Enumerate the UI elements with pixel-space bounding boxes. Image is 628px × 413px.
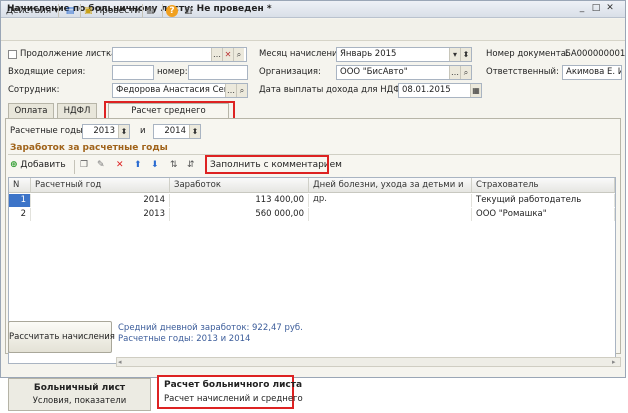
month-dropdown-icon[interactable]: ▾ [449, 48, 460, 61]
ellipsis-icon[interactable]: … [211, 48, 222, 61]
column-header[interactable]: Дней болезни, ухода за детьми и др. [309, 178, 472, 204]
table-row[interactable]: 1 2014 113 400,00 Текущий работодатель [9, 194, 615, 207]
responsible-field[interactable]: Акимова Е. И. [562, 65, 622, 80]
payout-label: Дата выплаты дохода для НДФЛ: [259, 85, 410, 95]
calendar-icon[interactable]: ▦ [470, 84, 481, 97]
cell-days [309, 208, 472, 221]
employee-label: Сотрудник: [8, 85, 60, 95]
move-up-icon[interactable]: ⬆ [134, 158, 142, 172]
column-header[interactable]: Заработок [170, 178, 309, 193]
month-value: Январь 2015 [340, 49, 397, 59]
column-header[interactable]: Расчетный год [31, 178, 170, 193]
employee-value: Федорова Анастасия Семе [116, 85, 236, 95]
toolbar [1, 19, 625, 41]
save-icon[interactable]: ▤ [63, 4, 77, 18]
tab-sick-leave[interactable]: Больничный лист Условия, показатели [8, 378, 151, 411]
org-label: Организация: [259, 67, 321, 77]
actions-menu[interactable]: Действия ▾ [6, 4, 59, 18]
toolbar-separator [162, 4, 163, 18]
cell-earnings: 560 000,00 [170, 208, 309, 221]
delete-icon[interactable]: ✕ [116, 158, 124, 172]
employee-select-icon[interactable]: … [225, 84, 236, 97]
maximize-icon[interactable]: □ [590, 3, 602, 14]
column-header[interactable]: N [9, 178, 31, 193]
year-from-value: 2013 [93, 126, 115, 136]
clear-icon[interactable]: ✕ [222, 48, 233, 61]
post-icon: ▣ [84, 6, 93, 16]
sort-asc-icon[interactable]: ⇅ [170, 158, 178, 172]
month-label: Месяц начисления: [259, 49, 346, 59]
column-header[interactable]: Страхователь [472, 178, 615, 193]
section-title: Заработок за расчетные годы [10, 143, 168, 153]
tab-sick-leave-calculation[interactable]: Расчет больничного листа Расчет начислен… [157, 375, 303, 409]
calculation-years: Расчетные годы: 2013 и 2014 [118, 334, 251, 344]
cell-insurer: Текущий работодатель [472, 194, 615, 207]
help-icon[interactable]: ? [166, 5, 178, 17]
month-stepper-icon[interactable]: ⬍ [460, 48, 471, 61]
horizontal-scrollbar[interactable] [116, 357, 621, 367]
cell-days [309, 194, 472, 207]
series-field[interactable] [112, 65, 154, 80]
years-label: Расчетные годы: [10, 126, 86, 136]
highlight-fill-button [205, 155, 329, 174]
org-value: ООО "БисАвто" [340, 67, 408, 77]
search-icon[interactable]: ⌕ [233, 48, 244, 61]
toolbar-separator [74, 160, 75, 174]
employee-search-icon[interactable]: ⌕ [236, 84, 247, 97]
move-down-icon[interactable]: ⬇ [151, 158, 159, 172]
list-icon[interactable]: ▥ [184, 4, 193, 18]
number-label: номер: [157, 67, 188, 77]
tab-ndfl[interactable]: НДФЛ [57, 103, 97, 119]
doc-number-label: Номер документа: [486, 49, 569, 59]
doc-number-value: БА000000001 [565, 49, 626, 59]
post-button[interactable]: ▣ Провести [84, 4, 140, 18]
continuation-label: Продолжение листка [20, 49, 117, 59]
copy-icon[interactable]: ❐ [80, 158, 88, 172]
cell-earnings: 113 400,00 [170, 194, 309, 207]
org-select-icon[interactable]: … [449, 66, 460, 79]
cell-insurer: ООО "Ромашка" [472, 208, 615, 221]
close-icon[interactable]: ✕ [604, 3, 616, 14]
year-to-stepper-icon[interactable]: ⬍ [189, 125, 200, 138]
tab-payment[interactable]: Оплата [8, 103, 54, 119]
add-icon: ⊕ [10, 160, 18, 170]
add-row-button[interactable]: ⊕ Добавить [10, 158, 66, 172]
year-to-value: 2014 [164, 126, 186, 136]
cell-n: 1 [9, 194, 31, 207]
scroll-right-icon[interactable]: ▸ [612, 358, 616, 366]
actions-label: Действия [6, 6, 52, 16]
cell-year: 2014 [31, 194, 170, 207]
toolbar-separator [142, 4, 143, 18]
print-icon[interactable]: ▦ [146, 4, 155, 18]
org-search-icon[interactable]: ⌕ [460, 66, 471, 79]
table-row[interactable]: 2 2013 560 000,00 ООО "Ромашка" [9, 208, 615, 221]
incoming-series-label: Входящие серия: [8, 67, 86, 77]
sort-desc-icon[interactable]: ⇵ [187, 158, 195, 172]
scroll-left-icon[interactable]: ◂ [118, 358, 122, 366]
payout-value: 08.01.2015 [402, 85, 451, 95]
post-label: Провести [95, 6, 141, 16]
continuation-checkbox[interactable] [8, 50, 17, 59]
cell-n: 2 [9, 208, 31, 221]
toolbar-separator [80, 4, 81, 18]
cell-year: 2013 [31, 208, 170, 221]
responsible-value: Акимова Е. И. [566, 67, 622, 77]
toolbar-separator [58, 4, 59, 18]
number-field[interactable] [188, 65, 248, 80]
year-from-stepper-icon[interactable]: ⬍ [118, 125, 129, 138]
calculate-accruals-button[interactable]: Рассчитать начисления [8, 321, 115, 353]
minimize-icon[interactable]: _ [576, 3, 588, 14]
responsible-label: Ответственный: [486, 67, 559, 77]
and-label: и [140, 126, 146, 136]
edit-icon[interactable]: ✎ [97, 158, 105, 172]
add-label: Добавить [20, 160, 66, 170]
